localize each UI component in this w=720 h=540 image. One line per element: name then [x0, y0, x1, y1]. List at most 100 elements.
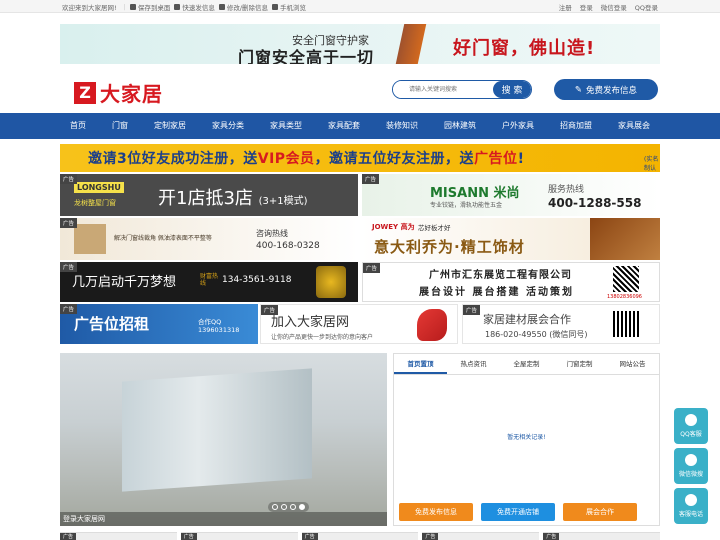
- ad-misann[interactable]: 广告 MISANN 米尚 专业铰链，滑轨功能性五金 服务热线 400-1288-…: [362, 174, 660, 216]
- ad-slot[interactable]: 广告: [180, 532, 298, 540]
- ad-main: 意大利乔为·精工饰材: [374, 238, 525, 256]
- slider-dot[interactable]: [281, 504, 287, 510]
- slider-dots: [268, 502, 309, 512]
- banner-slogan: 好门窗，佛山造!: [453, 38, 596, 59]
- save-desktop-link[interactable]: 保存到桌面: [129, 2, 170, 12]
- divider: |: [123, 3, 126, 11]
- ad-join[interactable]: 广告 加入大家居网 让你的产品更快一步到达你的意向客户: [260, 304, 458, 344]
- nav-custom-home[interactable]: 定制家居: [146, 113, 194, 139]
- nav-garden[interactable]: 园林建筑: [436, 113, 484, 139]
- tab-door-custom[interactable]: 门窗定制: [553, 354, 606, 374]
- site-logo[interactable]: Z 大家居: [74, 78, 163, 107]
- slider-dot[interactable]: [272, 504, 278, 510]
- banner-line2: 门窗安全高于一切: [238, 48, 375, 64]
- ad-logo-image: [74, 224, 106, 254]
- logo-text: 大家居: [100, 82, 163, 106]
- ad-tag: 广告: [363, 263, 381, 273]
- nav-outdoor[interactable]: 户外家具: [494, 113, 542, 139]
- top-bar: 欢迎来到大家居网! | 保存到桌面 快速发信息 修改/删除信息 手机浏览 注册 …: [0, 0, 720, 13]
- top-banner-ad[interactable]: 安全门窗守护家 门窗安全高于一切 好门窗，佛山造!: [60, 24, 660, 64]
- qr-code-image: [613, 311, 639, 337]
- ad-slot[interactable]: 广告: [301, 532, 419, 540]
- tab-announcement[interactable]: 网站公告: [606, 354, 659, 374]
- ad-slot[interactable]: 广告: [60, 532, 177, 540]
- ad-rent[interactable]: 广告 广告位招租 合作QQ 1396031318: [60, 304, 258, 344]
- ad-sub: 展台设计 展台搭建 活动策划: [419, 287, 574, 298]
- lightning-icon: [174, 4, 181, 10]
- open-shop-button[interactable]: 免费开通店铺: [481, 503, 555, 521]
- ad-tag: 广告: [261, 305, 279, 315]
- ad-sub: 让你的产品更快一步到达你的意向客户: [271, 334, 374, 341]
- tab-hot-news[interactable]: 热点资讯: [447, 354, 500, 374]
- phone-service-button[interactable]: 客服电话: [674, 488, 708, 524]
- qq-service-button[interactable]: QQ客服: [674, 408, 708, 444]
- ad-phone: 13802836096: [607, 294, 642, 300]
- ad-tag: 广告: [60, 174, 78, 184]
- ad-brand: JOWEY 高为: [372, 223, 415, 231]
- search-input[interactable]: [393, 81, 493, 98]
- ad-title: 广州市汇东展览工程有限公司: [429, 270, 572, 281]
- tab-bar: 首页置顶 热点资讯 全屋定制 门窗定制 网站公告: [394, 354, 659, 375]
- nav-doors[interactable]: 门窗: [104, 113, 136, 139]
- slider-caption: 登录大家居网: [60, 512, 387, 526]
- ad-longshu[interactable]: 广告 LONGSHU 龙树整屋门窗 开1店抵3店 (3+1模式): [60, 174, 358, 216]
- nav-furniture-type[interactable]: 家具类型: [262, 113, 310, 139]
- ad-slot[interactable]: 广告: [422, 532, 540, 540]
- ad-hotline-label: 服务热线: [548, 185, 585, 195]
- welcome-text: 欢迎来到大家居网!: [62, 4, 117, 12]
- expo-cooperation-button[interactable]: 展会合作: [563, 503, 637, 521]
- nav-furniture-category[interactable]: 家具分类: [204, 113, 252, 139]
- image-slider[interactable]: 登录大家居网: [60, 353, 387, 526]
- ad-main: 开1店抵3店 (3+1模式): [158, 188, 308, 209]
- desktop-icon: [129, 4, 136, 10]
- nav-decoration[interactable]: 装修知识: [378, 113, 426, 139]
- ad-main: 广告位招租: [74, 315, 150, 333]
- edit-icon: [218, 4, 225, 10]
- search-button[interactable]: 搜 索: [493, 81, 531, 98]
- tab-top[interactable]: 首页置顶: [394, 354, 447, 374]
- nav-expo[interactable]: 家具展会: [610, 113, 658, 139]
- ad-tag: 广告: [463, 305, 481, 315]
- ad-dream[interactable]: 广告 几万启动千万梦想 财富热线 134-3561-9118: [60, 262, 358, 302]
- login-link[interactable]: 登录: [580, 2, 593, 12]
- ad-brand-cn: 龙树整屋门窗: [74, 199, 116, 207]
- invite-text: 邀请3位好友成功注册，送VIP会员，邀请五位好友注册，送广告位!: [88, 151, 525, 167]
- wechat-login-link[interactable]: 微信登录: [601, 2, 627, 12]
- quick-post-link[interactable]: 快速发信息: [174, 2, 215, 12]
- invite-banner[interactable]: 邀请3位好友成功注册，送VIP会员，邀请五位好友注册，送广告位! (实名制认证为…: [60, 144, 660, 172]
- ad-tag: 广告: [362, 174, 380, 184]
- ad-slot[interactable]: 广告: [543, 532, 660, 540]
- slider-dot-active[interactable]: [299, 504, 305, 510]
- nav-franchise[interactable]: 招商加盟: [552, 113, 600, 139]
- search-box: 搜 索: [392, 80, 532, 99]
- nav-furniture-accessories[interactable]: 家具配套: [320, 113, 368, 139]
- slider-dot[interactable]: [290, 504, 296, 510]
- ad-jowey[interactable]: JOWEY 高为 芯好板才好 意大利乔为·精工饰材: [362, 218, 660, 260]
- wood-image: [590, 218, 660, 260]
- wechat-button[interactable]: 微信微搜: [674, 448, 708, 484]
- action-buttons: 免费发布信息 免费开通店铺 展会合作: [399, 503, 637, 521]
- register-link[interactable]: 注册: [559, 2, 572, 12]
- mobile-link[interactable]: 手机浏览: [272, 2, 306, 12]
- free-publish-button[interactable]: 免费发布信息: [399, 503, 473, 521]
- ad-brand: MISANN 米尚: [430, 186, 520, 201]
- ad-brand: LONGSHU: [74, 182, 124, 193]
- ad-phone: 400-168-0328: [256, 241, 320, 251]
- edit-delete-link[interactable]: 修改/删除信息: [218, 2, 268, 12]
- qq-icon: [685, 414, 697, 426]
- building-image: [122, 368, 312, 492]
- ad-phone: 186-020-49550 (微信同号): [485, 330, 588, 339]
- ad-hotline-label: 咨询热线: [256, 229, 288, 238]
- publish-button[interactable]: ✎ 免费发布信息: [554, 79, 658, 100]
- tab-whole-house[interactable]: 全屋定制: [500, 354, 553, 374]
- ad-trim[interactable]: 广告 解决门窗线裁角 佩油漆表面不平整等 咨询热线 400-168-0328: [60, 218, 358, 260]
- nav-home[interactable]: 首页: [62, 113, 94, 139]
- wechat-icon: [685, 454, 697, 466]
- ad-huidong[interactable]: 广告 广州市汇东展览工程有限公司 展台设计 展台搭建 活动策划 13802836…: [362, 262, 660, 302]
- door-image: [395, 24, 427, 64]
- qq-login-link[interactable]: QQ登录: [635, 2, 658, 12]
- bottom-ad-strip: 广告 广告 广告 广告 广告: [60, 532, 660, 540]
- main-nav: 首页 门窗 定制家居 家具分类 家具类型 家具配套 装修知识 园林建筑 户外家具…: [0, 113, 720, 139]
- ad-expo[interactable]: 广告 家居建材展会合作 186-020-49550 (微信同号): [462, 304, 660, 344]
- logo-mark: Z: [74, 81, 96, 104]
